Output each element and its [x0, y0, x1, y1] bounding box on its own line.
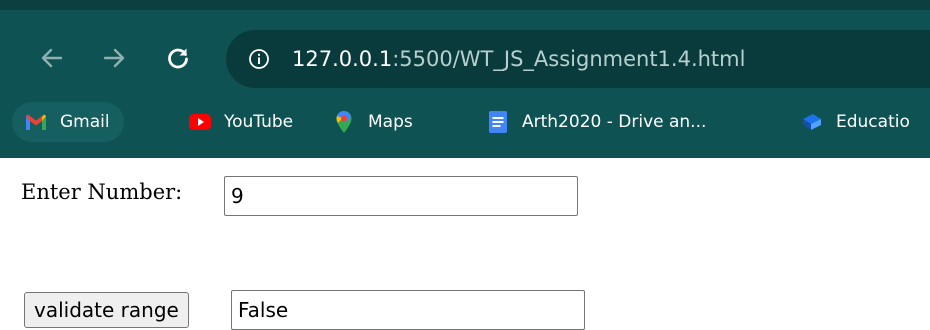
bookmark-arth2020[interactable]: Arth2020 - Drive an...: [476, 102, 716, 142]
forward-button[interactable]: [96, 40, 132, 76]
education-icon: [800, 110, 824, 134]
bookmarks-bar: Gmail YouTube Maps Arth2020 - Drive an..…: [0, 96, 930, 148]
bookmark-label: Arth2020 - Drive an...: [522, 112, 707, 132]
window-top-strip: [0, 0, 930, 10]
validate-range-button[interactable]: validate range: [24, 292, 189, 328]
bookmark-label: Gmail: [60, 112, 110, 132]
forward-arrow-icon: [101, 45, 127, 71]
bookmark-youtube[interactable]: YouTube: [178, 102, 303, 142]
bookmark-label: Maps: [368, 112, 413, 132]
youtube-icon: [188, 110, 212, 134]
bookmark-maps[interactable]: Maps: [322, 102, 423, 142]
bookmark-label: YouTube: [224, 112, 294, 132]
url-path: :5500/WT_JS_Assignment1.4.html: [392, 47, 746, 71]
result-output[interactable]: [231, 290, 585, 330]
page-content: Enter Number: validate range: [0, 158, 930, 330]
maps-icon: [332, 110, 356, 134]
reload-icon: [165, 45, 191, 71]
url-text: 127.0.0.1:5500/WT_JS_Assignment1.4.html: [292, 30, 745, 88]
address-bar[interactable]: 127.0.0.1:5500/WT_JS_Assignment1.4.html: [226, 30, 930, 88]
info-icon[interactable]: [248, 48, 270, 70]
gmail-icon: [24, 110, 48, 134]
number-label: Enter Number:: [21, 180, 183, 204]
google-docs-icon: [486, 110, 510, 134]
back-button[interactable]: [34, 40, 70, 76]
number-input[interactable]: [224, 176, 578, 216]
bookmark-label: Educatio: [836, 112, 910, 132]
back-arrow-icon: [39, 45, 65, 71]
reload-button[interactable]: [160, 40, 196, 76]
bookmark-education[interactable]: Educatio: [790, 102, 920, 142]
bookmark-gmail[interactable]: Gmail: [12, 102, 124, 142]
url-host: 127.0.0.1: [292, 47, 393, 71]
browser-chrome: 127.0.0.1:5500/WT_JS_Assignment1.4.html …: [0, 0, 930, 158]
